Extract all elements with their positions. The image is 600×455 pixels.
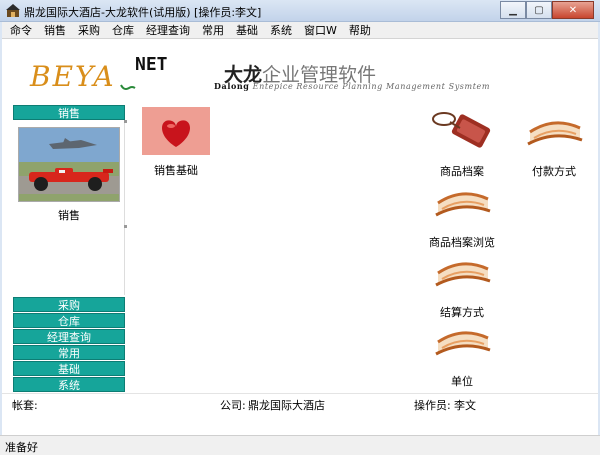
main-client-area: BEYA NET 大龙企业管理软件 Dalong Entepice Resour… <box>2 40 598 395</box>
sidebar-sales-panel: 销售 <box>13 120 127 295</box>
heart-icon <box>142 107 210 155</box>
title-bar: 鼎龙国际大酒店-大龙软件(试用版) [操作员:李文] ▁ ▢ ✕ <box>0 0 600 22</box>
operator-value: 李文 <box>454 399 476 412</box>
brand-en-bold: Dalong <box>214 81 250 91</box>
menu-common[interactable]: 常用 <box>196 22 230 38</box>
minimize-button[interactable]: ▁ <box>500 1 526 19</box>
sidebar-button-common[interactable]: 常用 <box>13 345 125 360</box>
maximize-icon: ▢ <box>534 4 544 16</box>
menu-help[interactable]: 帮助 <box>343 22 377 38</box>
menu-sales[interactable]: 销售 <box>38 22 72 38</box>
scroll-down-dot[interactable] <box>124 225 127 228</box>
minimize-icon: ▁ <box>509 4 517 16</box>
menu-system[interactable]: 系统 <box>264 22 298 38</box>
window-title: 鼎龙国际大酒店-大龙软件(试用版) [操作员:李文] <box>24 6 262 19</box>
operator-label: 操作员: <box>414 399 451 412</box>
item-unit[interactable]: 单位 <box>422 320 502 389</box>
sidebar-button-warehouse[interactable]: 仓库 <box>13 313 125 328</box>
item-label-unit: 单位 <box>451 375 473 388</box>
logo-swirl-icon <box>120 84 136 90</box>
logo-net-text: NET <box>135 54 168 75</box>
menu-manager-query[interactable]: 经理查询 <box>140 22 196 38</box>
item-sales-basic[interactable]: 销售基础 <box>140 107 212 178</box>
document-scroll-icon <box>435 331 491 356</box>
sidebar-sales-caption: 销售 <box>58 209 80 222</box>
menu-purchase[interactable]: 采购 <box>72 22 106 38</box>
sidebar-button-purchase[interactable]: 采购 <box>13 297 125 312</box>
item-label-product-archive: 商品档案 <box>440 165 484 178</box>
window-controls: ▁ ▢ ✕ <box>500 1 594 19</box>
sidebar: 销售 销售 采购 仓库 经理查询 常用 基础 系统 <box>13 105 129 395</box>
app-icon[interactable] <box>5 3 21 19</box>
item-settlement-method[interactable]: 结算方式 <box>422 251 502 320</box>
sales-photo-racecar[interactable] <box>18 127 120 202</box>
maximize-button[interactable]: ▢ <box>526 1 552 19</box>
sidebar-header-sales[interactable]: 销售 <box>13 105 125 120</box>
sidebar-button-basic[interactable]: 基础 <box>13 361 125 376</box>
sidebar-button-group: 采购 仓库 经理查询 常用 基础 系统 <box>13 297 125 393</box>
close-button[interactable]: ✕ <box>552 1 594 19</box>
item-label-product-browse: 商品档案浏览 <box>429 236 495 249</box>
company-label: 公司: <box>220 399 246 412</box>
brand-english-subtitle: Dalong Entepice Resource Planning Manage… <box>214 81 490 91</box>
logo-beya-text: BEYA <box>30 60 116 93</box>
menu-bar: 命令 销售 采购 仓库 经理查询 常用 基础 系统 窗口W 帮助 <box>0 22 600 39</box>
menu-basic[interactable]: 基础 <box>230 22 264 38</box>
account-label: 帐套: <box>12 399 38 412</box>
brand-en-rest: Entepice Resource Planning Management Sy… <box>249 82 491 91</box>
item-product-archive[interactable]: 商品档案 <box>422 110 502 179</box>
scroll-up-dot[interactable] <box>124 120 127 123</box>
racecar-image <box>19 128 119 201</box>
document-scroll-icon <box>435 192 491 217</box>
sidebar-button-manager-query[interactable]: 经理查询 <box>13 329 125 344</box>
status-text: 准备好 <box>5 441 38 454</box>
item-label-sales-basic: 销售基础 <box>154 164 198 177</box>
menu-warehouse[interactable]: 仓库 <box>106 22 140 38</box>
company-value: 鼎龙国际大酒店 <box>248 399 325 412</box>
item-product-browse[interactable]: 商品档案浏览 <box>422 181 502 250</box>
sidebar-button-system[interactable]: 系统 <box>13 377 125 392</box>
close-icon: ✕ <box>568 4 578 16</box>
item-label-settlement: 结算方式 <box>440 306 484 319</box>
menu-command[interactable]: 命令 <box>4 22 38 38</box>
item-payment-method[interactable]: 付款方式 <box>514 110 594 179</box>
info-bar: 帐套: 公司: 鼎龙国际大酒店 操作员: 李文 <box>2 393 598 412</box>
document-scroll-icon <box>527 121 583 146</box>
menu-window[interactable]: 窗口W <box>298 22 343 38</box>
status-bar: 准备好 <box>0 435 600 455</box>
document-scroll-icon <box>435 262 491 287</box>
item-label-payment-method: 付款方式 <box>532 165 576 178</box>
product-tag-icon <box>432 112 491 148</box>
